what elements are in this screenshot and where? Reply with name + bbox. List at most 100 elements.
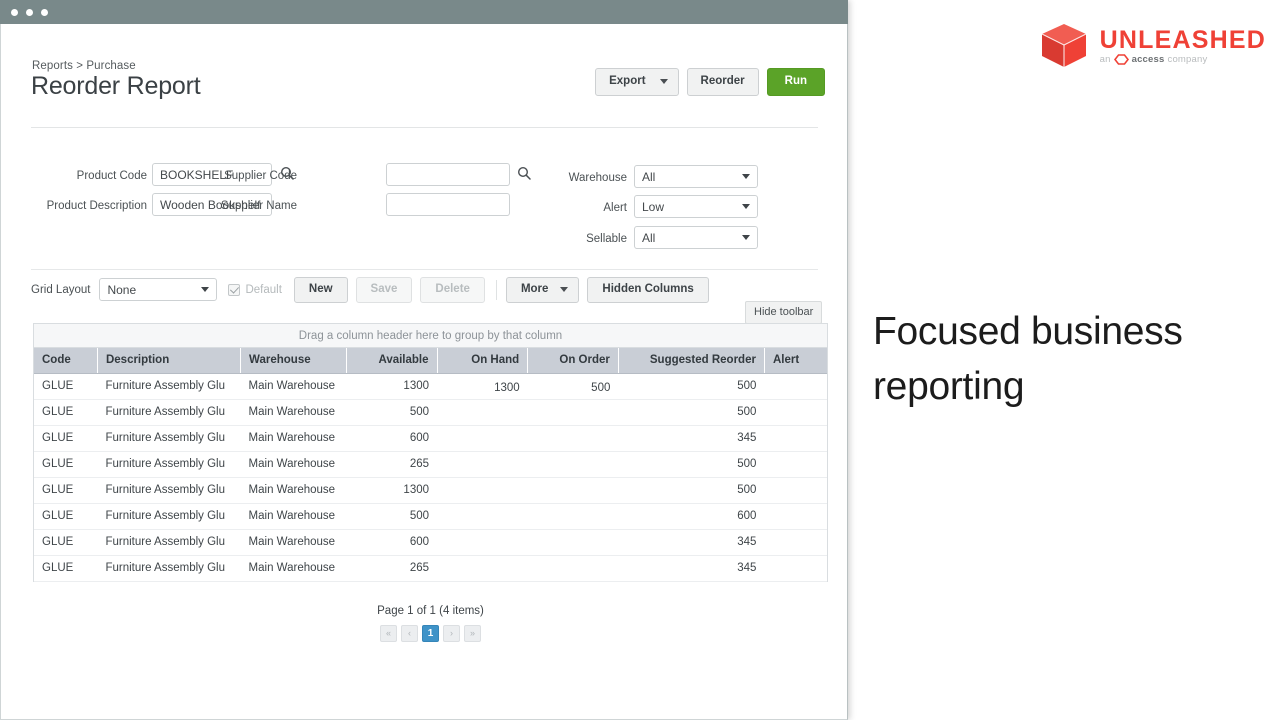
page-title: Reorder Report [31, 72, 201, 100]
browser-window: Reports > Purchase Reorder Report Export… [0, 0, 848, 720]
column-header-description[interactable]: Description [97, 348, 242, 374]
run-button[interactable]: Run [766, 68, 825, 96]
cell-description[interactable]: Furniture Assembly Glu [97, 529, 241, 556]
new-button[interactable]: New [293, 277, 348, 303]
cell-alert [764, 425, 827, 452]
supplier-code-label: Supplier Code [224, 170, 297, 182]
cell-available: 600 [346, 529, 438, 556]
cell-on-hand-value: 1300 [494, 381, 520, 394]
brand-name: UNLEASHED [1099, 25, 1266, 54]
cell-code[interactable]: GLUE [34, 555, 98, 582]
pager-last-button[interactable]: » [464, 625, 481, 642]
cell-on-order [527, 529, 619, 556]
table-row[interactable]: GLUE Furniture Assembly Glu Main Warehouse… [34, 529, 827, 556]
hidden-columns-button[interactable]: Hidden Columns [587, 277, 709, 303]
cell-on-hand [437, 477, 528, 504]
cell-warehouse: Main Warehouse [240, 451, 347, 478]
cell-description[interactable]: Furniture Assembly Glu [97, 399, 241, 426]
cell-code[interactable]: GLUE [34, 373, 98, 400]
cell-available: 1300 [346, 477, 438, 504]
grid-layout-select[interactable]: None [99, 278, 218, 302]
brand-lockup: UNLEASHED an access company [1038, 20, 1266, 72]
table-row[interactable]: GLUE Furniture Assembly Glu Main Warehouse… [34, 425, 827, 452]
cell-code[interactable]: GLUE [34, 477, 98, 504]
grid-toolbar: Grid Layout None Default New Save Delete… [31, 277, 717, 303]
column-header-on-order[interactable]: On Order [527, 348, 619, 374]
sellable-select[interactable]: All [634, 226, 758, 249]
export-button[interactable]: Export [595, 68, 679, 96]
table-row[interactable]: GLUE Furniture Assembly Glu Main Warehouse… [34, 503, 827, 530]
alert-select[interactable]: Low [634, 195, 758, 218]
cell-on-order [527, 451, 619, 478]
cell-alert [764, 529, 827, 556]
table-row[interactable]: GLUE Furniture Assembly Glu Main Warehouse… [34, 399, 827, 426]
alert-label: Alert [603, 202, 627, 214]
more-button[interactable]: More [505, 277, 580, 303]
warehouse-select-value: All [642, 169, 656, 184]
table-row[interactable]: GLUE Furniture Assembly Glu Main Warehouse… [34, 451, 827, 478]
pager-next-button[interactable]: › [443, 625, 460, 642]
column-header-alert[interactable]: Alert [764, 348, 827, 374]
window-dot-minimize[interactable] [26, 9, 33, 16]
pager-page-1-button[interactable]: 1 [422, 625, 439, 642]
sellable-select-value: All [642, 230, 656, 245]
column-header-available[interactable]: Available [346, 348, 438, 374]
chevron-down-icon [201, 287, 210, 293]
cell-code[interactable]: GLUE [34, 399, 98, 426]
cell-alert [764, 451, 827, 478]
cell-suggested-reorder: 500 [618, 373, 765, 400]
unleashed-cube-logo-icon [1038, 20, 1090, 72]
cell-description[interactable]: Furniture Assembly Glu [97, 555, 241, 582]
cell-on-order [527, 555, 619, 582]
hide-toolbar-tooltip[interactable]: Hide toolbar [745, 301, 823, 325]
reorder-table: Code Description Warehouse Available On … [34, 348, 827, 582]
cell-code[interactable]: GLUE [34, 529, 98, 556]
cell-description[interactable]: Furniture Assembly Glu [97, 477, 241, 504]
cell-description[interactable]: Furniture Assembly Glu [97, 451, 241, 478]
warehouse-select[interactable]: All [634, 165, 758, 188]
brand-tagline-access: access [1131, 53, 1165, 65]
cell-code[interactable]: GLUE [34, 503, 98, 530]
brand-tagline: an access company [1100, 54, 1266, 65]
breadcrumb[interactable]: Reports > Purchase [32, 60, 136, 72]
cell-on-order [527, 399, 619, 426]
pager-buttons: « ‹ 1 › » [33, 625, 828, 642]
default-checkbox-group[interactable]: Default [228, 283, 282, 296]
cell-warehouse: Main Warehouse [240, 373, 347, 400]
cell-available: 600 [346, 425, 438, 452]
product-code-label: Product Code [76, 170, 147, 182]
window-dot-close[interactable] [11, 9, 18, 16]
marketing-headline: Focused business reporting [873, 310, 1183, 408]
cell-description[interactable]: Furniture Assembly Glu [97, 373, 241, 400]
cell-on-order [527, 477, 619, 504]
cell-code[interactable]: GLUE [34, 451, 98, 478]
column-header-suggested-reorder[interactable]: Suggested Reorder [618, 348, 765, 374]
column-header-on-hand[interactable]: On Hand [437, 348, 529, 374]
table-row[interactable]: GLUE Furniture Assembly Glu Main Warehouse… [34, 477, 827, 504]
pager-first-button[interactable]: « [380, 625, 397, 642]
supplier-name-input[interactable] [386, 193, 510, 216]
column-header-warehouse[interactable]: Warehouse [240, 348, 347, 374]
cell-available: 500 [346, 399, 438, 426]
cell-code[interactable]: GLUE [34, 425, 98, 452]
pager-prev-button[interactable]: ‹ [401, 625, 418, 642]
supplier-code-input[interactable] [386, 163, 510, 186]
group-by-dropzone[interactable]: Drag a column header here to group by th… [34, 324, 827, 348]
reorder-button[interactable]: Reorder [686, 68, 759, 96]
cell-available: 265 [346, 451, 438, 478]
window-dot-maximize[interactable] [41, 9, 48, 16]
table-row[interactable]: GLUE Furniture Assembly Glu Main Warehouse… [34, 373, 827, 400]
checkbox-icon[interactable] [228, 283, 241, 296]
cell-suggested-reorder: 500 [618, 477, 765, 504]
cell-alert [764, 477, 827, 504]
cell-description[interactable]: Furniture Assembly Glu [97, 503, 241, 530]
cell-description[interactable]: Furniture Assembly Glu [97, 425, 241, 452]
cell-warehouse: Main Warehouse [240, 477, 347, 504]
cell-available: 500 [346, 503, 438, 530]
table-row[interactable]: GLUE Furniture Assembly Glu Main Warehouse… [34, 555, 827, 582]
cell-on-order: 500 [527, 373, 619, 400]
supplier-name-label: Supplier Name [220, 200, 297, 212]
column-header-code[interactable]: Code [34, 348, 98, 374]
cell-on-hand [437, 451, 528, 478]
chevron-down-icon [742, 174, 750, 179]
